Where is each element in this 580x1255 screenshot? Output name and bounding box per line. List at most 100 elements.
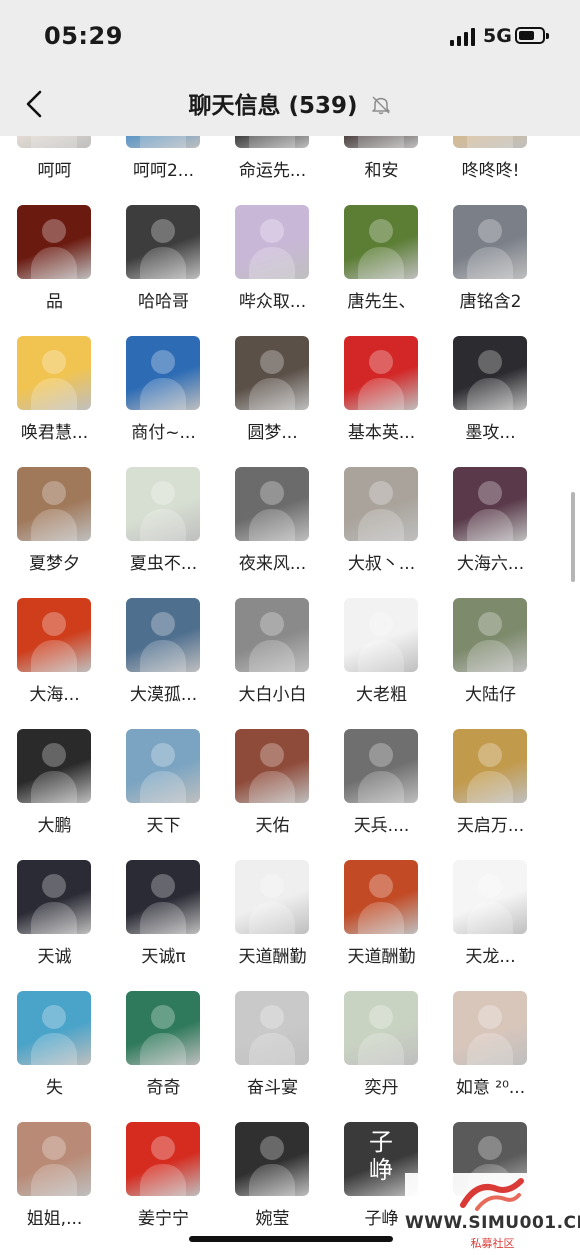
member-item[interactable]: 和安 <box>327 136 436 202</box>
member-item[interactable]: 姜宁宁 <box>109 1119 218 1250</box>
nav-bar: 聊天信息 (539) <box>0 72 580 136</box>
member-avatar <box>235 205 309 279</box>
bell-muted-icon <box>371 95 390 114</box>
member-item[interactable]: 天启万... <box>436 726 545 857</box>
member-avatar <box>17 991 91 1065</box>
member-item[interactable]: 唐先生、 <box>327 202 436 333</box>
signal-icon <box>450 28 476 46</box>
member-item[interactable]: 呵呵2... <box>109 136 218 202</box>
member-item[interactable]: 品 <box>0 202 109 333</box>
watermark-logo-icon <box>460 1178 524 1211</box>
member-item[interactable]: 婉莹 <box>218 1119 327 1250</box>
member-name: 哈哈哥 <box>138 292 189 312</box>
member-avatar <box>344 860 418 934</box>
member-avatar <box>17 205 91 279</box>
member-avatar <box>126 598 200 672</box>
member-avatar <box>235 860 309 934</box>
member-item[interactable]: 失 <box>0 988 109 1119</box>
member-item[interactable]: 唐铭含2 <box>436 202 545 333</box>
member-item[interactable]: 商付~... <box>109 333 218 464</box>
member-item[interactable]: 奋斗宴 <box>218 988 327 1119</box>
member-item[interactable]: 夏梦夕 <box>0 464 109 595</box>
member-avatar <box>17 598 91 672</box>
member-name: 夜来风... <box>238 554 307 574</box>
member-item[interactable]: 哔众取... <box>218 202 327 333</box>
member-avatar <box>126 336 200 410</box>
member-item[interactable]: 奇奇 <box>109 988 218 1119</box>
member-item[interactable]: 哈哈哥 <box>109 202 218 333</box>
member-item[interactable]: 大鹏 <box>0 726 109 857</box>
member-item[interactable]: 大陆仔 <box>436 595 545 726</box>
member-avatar <box>126 991 200 1065</box>
scrollbar[interactable] <box>571 492 575 582</box>
member-avatar <box>126 205 200 279</box>
member-name: 商付~... <box>131 423 196 443</box>
watermark-url-text: WWW.SIMU001.CN <box>405 1213 580 1233</box>
member-item[interactable]: 夜来风... <box>218 464 327 595</box>
member-name: 婉莹 <box>255 1209 290 1229</box>
member-item[interactable]: 天诚 <box>0 857 109 988</box>
member-item[interactable]: 姐姐,... <box>0 1119 109 1250</box>
member-item[interactable]: 天道酬勤 <box>327 857 436 988</box>
member-item[interactable]: 基本英... <box>327 333 436 464</box>
member-avatar <box>17 336 91 410</box>
member-item[interactable]: 天道酬勤 <box>218 857 327 988</box>
member-item[interactable]: 夏虫不... <box>109 464 218 595</box>
member-name: 天道酬勤 <box>347 947 416 967</box>
member-name: 基本英... <box>347 423 416 443</box>
member-name: 唤君慧... <box>20 423 89 443</box>
member-avatar <box>235 467 309 541</box>
watermark-caption: 私募社区 <box>470 1237 515 1250</box>
member-item[interactable]: 天兵.... <box>327 726 436 857</box>
member-item[interactable]: 大漠孤... <box>109 595 218 726</box>
member-avatar <box>235 136 309 148</box>
member-name: 天诚π <box>141 947 186 967</box>
member-item[interactable]: 呵呵 <box>0 136 109 202</box>
member-item[interactable]: 大老粗 <box>327 595 436 726</box>
member-item[interactable]: 墨攻... <box>436 333 545 464</box>
member-item[interactable]: 唤君慧... <box>0 333 109 464</box>
member-item[interactable]: 命运先... <box>218 136 327 202</box>
member-avatar <box>453 336 527 410</box>
member-item[interactable]: 咚咚咚! <box>436 136 545 202</box>
member-name: 大老粗 <box>356 685 407 705</box>
member-item[interactable]: 大海六... <box>436 464 545 595</box>
member-avatar <box>344 467 418 541</box>
member-avatar <box>453 467 527 541</box>
member-name: 大陆仔 <box>465 685 516 705</box>
member-item[interactable]: 天佑 <box>218 726 327 857</box>
member-name: 呵呵2... <box>132 161 195 181</box>
battery-icon <box>515 27 549 44</box>
member-name: 如意 ²⁰... <box>455 1078 526 1098</box>
member-name: 唐先生、 <box>347 292 416 312</box>
member-avatar <box>344 991 418 1065</box>
member-avatar <box>453 598 527 672</box>
watermark: WWW.SIMU001.CN 私募社区 <box>405 1173 580 1255</box>
page-title: 聊天信息 (539) <box>188 93 358 119</box>
member-avatar <box>17 136 91 148</box>
member-avatar <box>126 136 200 148</box>
member-name: 大海六... <box>456 554 525 574</box>
member-item[interactable]: 圆梦... <box>218 333 327 464</box>
member-name: 夏虫不... <box>129 554 198 574</box>
member-item[interactable]: 大海... <box>0 595 109 726</box>
member-name: 奋斗宴 <box>247 1078 298 1098</box>
member-name: 夏梦夕 <box>29 554 80 574</box>
member-item[interactable]: 奕丹 <box>327 988 436 1119</box>
member-avatar <box>344 336 418 410</box>
member-avatar <box>344 598 418 672</box>
member-name: 姐姐,... <box>26 1209 83 1229</box>
member-item[interactable]: 如意 ²⁰... <box>436 988 545 1119</box>
member-name: 墨攻... <box>465 423 516 443</box>
member-name: 大白小白 <box>238 685 307 705</box>
member-name: 哔众取... <box>238 292 307 312</box>
member-item[interactable]: 大叔丶... <box>327 464 436 595</box>
page-title-wrap: 聊天信息 (539) <box>0 86 580 120</box>
member-item[interactable]: 大白小白 <box>218 595 327 726</box>
member-name: 天下 <box>146 816 181 836</box>
status-time: 05:29 <box>44 22 123 50</box>
member-name: 天佑 <box>255 816 290 836</box>
member-item[interactable]: 天下 <box>109 726 218 857</box>
member-item[interactable]: 天龙... <box>436 857 545 988</box>
member-item[interactable]: 天诚π <box>109 857 218 988</box>
